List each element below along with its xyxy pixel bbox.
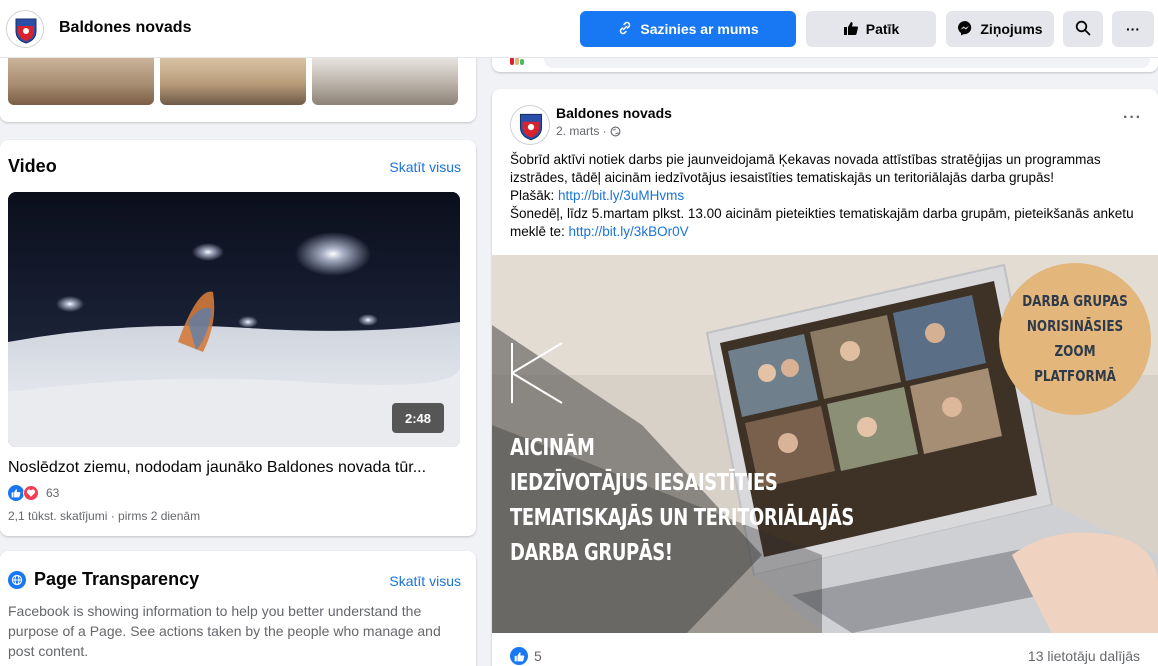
post-paragraph: Šobrīd aktīvi notiek darbs pie jaunveido… (510, 152, 1101, 185)
headline-line: TEMATISKAJĀS UN TERITORIĀLAJĀS (510, 505, 854, 531)
photo-thumbnail[interactable] (8, 58, 154, 105)
badge-circle: DARBA GRUPAS NORISINĀSIES ZOOM PLATFORMĀ (999, 263, 1151, 415)
badge-line: ZOOM PLATFORMĀ (1034, 342, 1116, 385)
more-options-button[interactable]: ··· (1112, 11, 1154, 47)
like-page-button[interactable]: Patīk (806, 11, 936, 47)
video-reactions[interactable]: 63 (8, 485, 59, 501)
video-duration: 2:48 (392, 403, 444, 433)
message-label: Ziņojums (980, 21, 1043, 37)
page-transparency-section: Page Transparency Skatīt visus Facebook … (0, 551, 476, 666)
more-label: ··· (1126, 21, 1140, 37)
post-link-2[interactable]: http://bit.ly/3kBOr0V (569, 224, 689, 239)
like-reaction-icon (8, 485, 24, 501)
post-image[interactable]: DARBA GRUPAS NORISINĀSIES ZOOM PLATFORMĀ… (492, 255, 1158, 633)
transparency-see-all-link[interactable]: Skatīt visus (389, 573, 461, 589)
transparency-description: Facebook is showing information to help … (8, 603, 441, 659)
photo-thumbnail[interactable] (312, 58, 458, 105)
likes-count: 5 (534, 648, 542, 664)
coat-of-arms-icon (511, 106, 549, 144)
link-icon (617, 20, 633, 39)
coat-of-arms-icon (7, 11, 43, 47)
audience-globe-icon (610, 126, 621, 140)
video-section: Video Skatīt visus 2:48 Noslēdzot ziemu,… (0, 140, 476, 536)
video-caption[interactable]: Noslēdzot ziemu, nododam jaunāko Baldone… (8, 459, 426, 477)
post-paragraph-2: Šonedēļ, līdz 5.martam plkst. 13.00 aici… (510, 205, 1150, 241)
page-logo[interactable] (6, 10, 44, 48)
image-headline: AICINĀM IEDZĪVOTĀJUS IESAISTĪTIES TEMATI… (510, 431, 854, 571)
contact-us-label: Sazinies ar mums (640, 21, 759, 37)
headline-line: AICINĀM (510, 435, 595, 461)
post-timestamp[interactable]: 2. marts · (556, 124, 621, 140)
contact-us-button[interactable]: Sazinies ar mums (580, 11, 796, 47)
search-icon (1075, 20, 1091, 39)
messenger-icon (957, 20, 973, 39)
post-likes[interactable]: 5 (510, 647, 542, 665)
post-date: 2. marts · (556, 124, 611, 138)
message-button[interactable]: Ziņojums (946, 11, 1054, 47)
page-title[interactable]: Baldones novads (59, 19, 191, 37)
post-link-1[interactable]: http://bit.ly/3uMHvms (558, 188, 684, 203)
video-meta: 2,1 tūkst. skatījumi · pirms 2 dienām (8, 509, 201, 523)
post-footer: 5 13 lietotāju dalījās (510, 647, 1140, 665)
search-button[interactable] (1063, 11, 1103, 47)
photo-thumbnail[interactable] (160, 58, 306, 105)
like-label: Patīk (865, 21, 900, 37)
thumbs-up-icon (843, 20, 859, 39)
transparency-title-text: Page Transparency (34, 569, 200, 589)
post-author-avatar[interactable] (510, 105, 550, 145)
page-header: Baldones novads Sazinies ar mums Patīk Z… (0, 0, 1158, 58)
post-body: Šobrīd aktīvi notiek darbs pie jaunveido… (510, 151, 1150, 241)
headline-line: IEDZĪVOTĀJUS IESAISTĪTIES (510, 470, 778, 496)
love-reaction-icon (23, 485, 39, 501)
video-thumbnail[interactable]: 2:48 (8, 192, 460, 447)
post-author-name[interactable]: Baldones novads (556, 105, 672, 121)
badge-line: NORISINĀSIES (1026, 317, 1124, 335)
video-see-all-link[interactable]: Skatīt visus (389, 159, 461, 175)
post-card: Baldones novads 2. marts · ··· Šobrīd ak… (492, 89, 1158, 666)
headline-line: DARBA GRUPĀS! (510, 540, 673, 566)
like-reaction-icon (510, 647, 528, 665)
video-section-title: Video (8, 156, 57, 176)
badge-line: DARBA GRUPAS (1022, 292, 1128, 310)
transparency-title: Page Transparency (8, 569, 199, 590)
post-more-line: Plašāk: http://bit.ly/3uMHvms (510, 187, 1150, 205)
shares-count[interactable]: 13 lietotāju dalījās (1028, 648, 1140, 664)
more-prefix: Plašāk: (510, 188, 559, 203)
image-badge-text: DARBA GRUPAS NORISINĀSIES ZOOM PLATFORMĀ (1014, 289, 1136, 389)
globe-icon (8, 570, 26, 589)
reaction-count: 63 (46, 486, 60, 500)
post-options-button[interactable]: ··· (1123, 109, 1142, 127)
